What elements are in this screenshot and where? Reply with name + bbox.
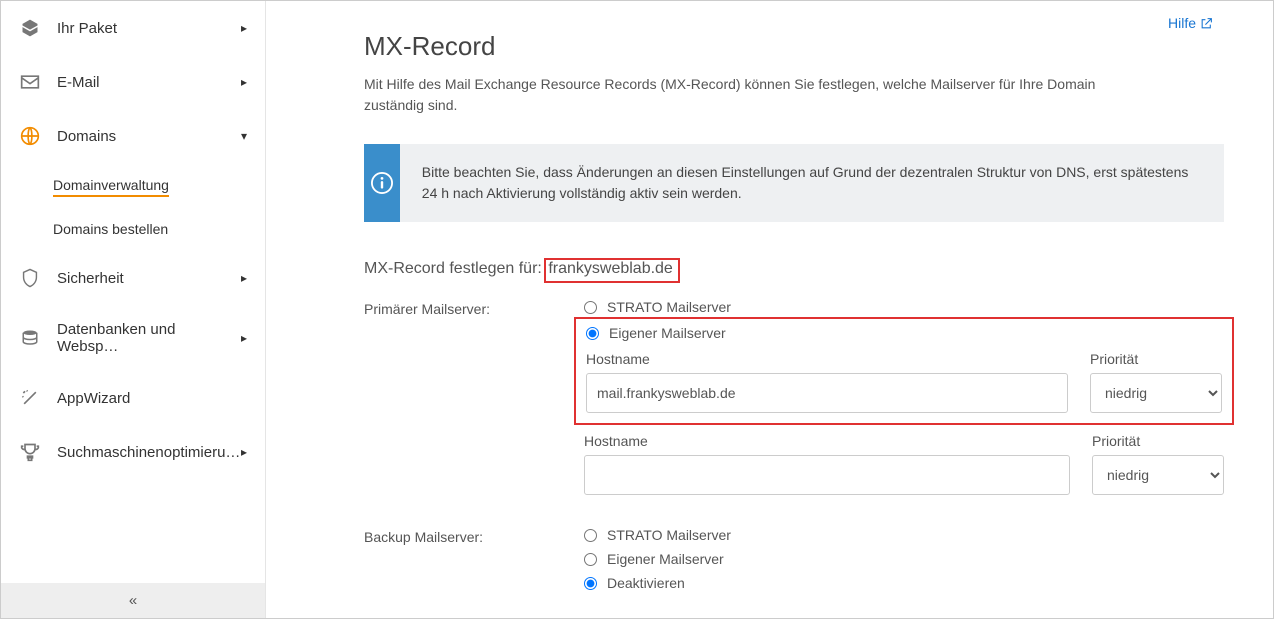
nav-label: E-Mail [57,74,100,91]
chevron-right-icon: ▸ [241,271,247,285]
radio-label: Eigener Mailserver [607,551,724,567]
database-icon [19,327,41,349]
main-content: Hilfe MX-Record Mit Hilfe des Mail Excha… [266,1,1273,618]
radio-disable-backup-input[interactable] [584,577,597,590]
radio-strato-backup-input[interactable] [584,529,597,542]
priority-label: Priorität [1090,351,1222,367]
nav-label: Suchmaschinenoptimieru… [57,444,240,461]
sidebar-sub-domainverwaltung[interactable]: Domainverwaltung [53,163,265,207]
radio-label: Deaktivieren [607,575,685,591]
sidebar-subitems: Domainverwaltung Domains bestellen [1,163,265,251]
sub-label: Domainverwaltung [53,177,169,197]
sidebar-sub-domains-bestellen[interactable]: Domains bestellen [53,207,265,251]
page-intro: Mit Hilfe des Mail Exchange Resource Rec… [364,74,1154,116]
radio-strato-primary[interactable]: STRATO Mailserver [584,299,1224,315]
info-text: Bitte beachten Sie, dass Änderungen an d… [400,144,1224,222]
domain-highlight: frankysweblab.de [544,258,680,283]
radio-label: Eigener Mailserver [609,325,726,341]
sidebar-item-domains[interactable]: Domains ▾ [1,109,265,163]
mail-icon [19,71,41,93]
radio-disable-backup[interactable]: Deaktivieren [584,575,1224,591]
radio-own-primary[interactable]: Eigener Mailserver [586,325,1222,341]
sidebar-item-email[interactable]: E-Mail ▸ [1,55,265,109]
backup-label: Backup Mailserver: [364,527,584,599]
priority-select-2[interactable]: niedrig [1092,455,1224,495]
hostname-label: Hostname [586,351,1068,367]
nav-label: Ihr Paket [57,20,117,37]
priority-label: Priorität [1092,433,1224,449]
help-label: Hilfe [1168,15,1196,31]
sidebar-item-paket[interactable]: Ihr Paket ▸ [1,1,265,55]
radio-label: STRATO Mailserver [607,299,731,315]
chevron-down-icon: ▾ [241,129,247,143]
set-for-prefix: MX-Record festlegen für: [364,260,542,277]
hostname-input-1[interactable] [586,373,1068,413]
nav-label: Sicherheit [57,270,124,287]
info-icon [364,144,400,222]
sidebar-item-appwizard[interactable]: AppWizard [1,371,265,425]
chevron-right-icon: ▸ [241,75,247,89]
set-for-title: MX-Record festlegen für: frankysweblab.d… [364,258,1243,283]
package-icon [19,17,41,39]
globe-icon [19,125,41,147]
sidebar-item-sicherheit[interactable]: Sicherheit ▸ [1,251,265,305]
radio-own-input[interactable] [586,327,599,340]
chevron-right-icon: ▸ [241,331,247,345]
backup-mailserver-row: Backup Mailserver: STRATO Mailserver Eig… [364,527,1243,599]
info-box: Bitte beachten Sie, dass Änderungen an d… [364,144,1224,222]
sidebar-item-datenbanken[interactable]: Datenbanken und Websp… ▸ [1,305,265,371]
primary-label: Primärer Mailserver: [364,299,584,509]
chevron-right-icon: ▸ [241,21,247,35]
sidebar-item-seo[interactable]: Suchmaschinenoptimieru… ▸ [1,425,265,479]
shield-icon [19,267,41,289]
own-mailserver-block-1: Eigener Mailserver Hostname Priorität ni… [574,317,1234,425]
own-mailserver-block-2: Hostname Priorität niedrig [584,433,1224,495]
nav-label: AppWizard [57,390,130,407]
magic-wand-icon [19,387,41,409]
chevron-right-icon: ▸ [241,445,247,459]
sub-label: Domains bestellen [53,221,168,237]
radio-own-backup-input[interactable] [584,553,597,566]
radio-strato-backup[interactable]: STRATO Mailserver [584,527,1224,543]
trophy-icon [19,441,41,463]
sidebar: Ihr Paket ▸ E-Mail ▸ Domains ▾ Domainver… [1,1,266,618]
sidebar-collapse-button[interactable]: « [1,583,265,618]
nav-label: Domains [57,128,116,145]
hostname-label: Hostname [584,433,1070,449]
chevron-double-left-icon: « [129,592,137,609]
external-link-icon [1200,17,1213,30]
page-title: MX-Record [364,31,1243,62]
radio-own-backup[interactable]: Eigener Mailserver [584,551,1224,567]
priority-select-1[interactable]: niedrig [1090,373,1222,413]
help-link[interactable]: Hilfe [1168,15,1213,31]
primary-mailserver-row: Primärer Mailserver: STRATO Mailserver E… [364,299,1243,509]
nav-label: Datenbanken und Websp… [57,321,241,355]
radio-label: STRATO Mailserver [607,527,731,543]
hostname-input-2[interactable] [584,455,1070,495]
radio-strato-input[interactable] [584,301,597,314]
